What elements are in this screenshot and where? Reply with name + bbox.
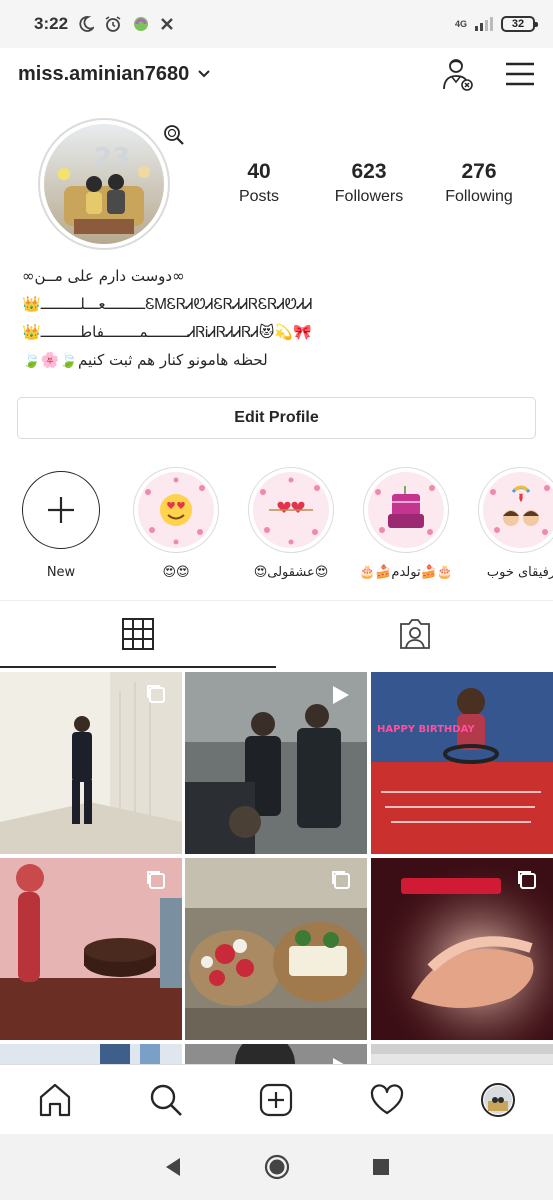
heart-eyes-emoji-icon — [145, 477, 205, 545]
carousel-icon — [147, 685, 165, 703]
new-highlight-ring — [22, 471, 100, 549]
bio-line: ∞دوست دارم علی مــن∞ — [22, 267, 185, 285]
post-thumbnail[interactable]: HAPPY BIRTHDAY — [371, 672, 553, 854]
post-overlay-text: HAPPY BIRTHDAY — [377, 724, 475, 735]
highlight-label: 🎂🍰تولدم🍰🎂 — [359, 565, 453, 580]
account-center-icon[interactable] — [441, 56, 475, 92]
posts-count[interactable]: 40 Posts — [204, 160, 314, 206]
stat-value: 623 — [351, 160, 387, 183]
highlight-label: New — [46, 565, 76, 580]
plus-icon — [48, 497, 74, 523]
zoom-icon[interactable] — [162, 123, 186, 147]
stat-value: 40 — [247, 160, 271, 183]
network-type: 4G — [454, 18, 467, 29]
stat-label: Following — [445, 188, 513, 205]
chevron-down-icon[interactable] — [197, 67, 211, 81]
highlight-new[interactable]: New — [13, 467, 109, 580]
post-thumbnail[interactable] — [371, 1044, 553, 1064]
post-thumbnail[interactable] — [371, 858, 553, 1040]
dnd-moon-icon — [79, 16, 95, 32]
grid-icon — [122, 618, 154, 650]
bio-line: 👑ـــــــــعـــلـــــــــᏋᎷᏋᏒᏗᏬᏗᏋᏒᏗᏗᏒᏋᏒᏗᏬ… — [22, 295, 312, 313]
followers-count[interactable]: 623 Followers — [314, 160, 424, 206]
username-switcher[interactable]: miss.aminian7680 — [18, 63, 189, 86]
highlight-item[interactable]: 🎂🍰تولدم🍰🎂 — [358, 467, 454, 580]
avatar: 23 — [44, 124, 164, 244]
nav-activity[interactable] — [357, 1070, 417, 1130]
status-bar: 3:22 4G 32 — [0, 0, 553, 48]
carousel-icon — [147, 871, 165, 889]
clock: 3:22 — [34, 14, 69, 33]
heart-icon — [370, 1083, 404, 1114]
following-count[interactable]: 276 Following — [424, 160, 534, 206]
post-thumbnail[interactable] — [185, 858, 367, 1040]
x-notification-icon — [161, 18, 173, 30]
avatar-photo: 23 — [44, 124, 164, 244]
nav-search[interactable] — [136, 1070, 196, 1130]
edit-profile-button[interactable]: Edit Profile — [17, 397, 536, 439]
post-thumbnail[interactable] — [185, 672, 367, 854]
tab-active-indicator — [0, 666, 276, 668]
bottom-navigation — [0, 1064, 553, 1134]
profile-avatar[interactable]: 23 — [38, 118, 170, 250]
home-button-icon[interactable] — [264, 1154, 290, 1180]
svg-text:23: 23 — [94, 143, 130, 173]
alarm-icon — [105, 16, 121, 32]
bio-line: 👑ـــــــــمــــــــفاطـــــــــᏗᏒᎥᏗᏒᏗᏗᏒᏗ… — [22, 323, 312, 341]
signal-icon — [475, 17, 493, 31]
back-icon[interactable] — [164, 1157, 182, 1177]
friends-icon — [490, 485, 550, 535]
birthday-cake-icon — [375, 485, 435, 535]
tagged-person-icon — [400, 619, 430, 649]
highlight-item[interactable]: 😍عشقولی😍 — [243, 467, 339, 580]
carousel-icon — [518, 871, 536, 889]
highlight-label: 😍😍 — [162, 565, 190, 580]
post-thumbnail[interactable] — [0, 858, 182, 1040]
posts-grid: HAPPY BIRTHDAY — [0, 672, 553, 1064]
post-thumbnail[interactable] — [0, 1044, 182, 1064]
highlight-item[interactable]: 😍😍 — [128, 467, 224, 580]
video-play-icon — [333, 1058, 344, 1064]
system-navigation-bar — [0, 1134, 553, 1200]
search-icon — [150, 1084, 182, 1116]
bio-line: 🍃🌸🍃لحظه هامونو کنار هم ثبت کنیم — [22, 351, 268, 369]
nav-new-post[interactable] — [246, 1070, 306, 1130]
battery-level: 32 — [511, 18, 525, 30]
tab-tagged[interactable] — [277, 601, 553, 667]
highlight-label: رفیقای خوب — [486, 565, 553, 580]
avatar — [480, 1082, 515, 1117]
post-thumbnail[interactable] — [0, 672, 182, 854]
nav-home[interactable] — [25, 1070, 85, 1130]
profile-header: miss.aminian7680 — [0, 48, 553, 100]
add-post-icon — [260, 1083, 293, 1116]
hearts-icon — [260, 477, 320, 545]
battery-icon: 32 — [501, 16, 538, 32]
stat-value: 276 — [461, 160, 497, 183]
profile-bio: ∞دوست دارم علی مــن∞ 👑ـــــــــعـــلــــ… — [22, 262, 312, 374]
video-play-icon — [333, 686, 349, 704]
recents-icon[interactable] — [372, 1158, 390, 1176]
stat-label: Posts — [238, 188, 279, 205]
post-thumbnail[interactable] — [185, 1044, 367, 1064]
carousel-icon — [332, 871, 350, 889]
home-icon — [40, 1083, 71, 1116]
tab-grid[interactable] — [0, 601, 276, 667]
menu-icon[interactable] — [505, 61, 535, 87]
nav-profile[interactable] — [468, 1070, 528, 1130]
stat-label: Followers — [334, 188, 404, 205]
highlight-item[interactable]: رفیقای خوب — [473, 467, 553, 580]
app-notification-icon — [134, 17, 149, 31]
highlight-label: 😍عشقولی😍 — [253, 565, 329, 580]
